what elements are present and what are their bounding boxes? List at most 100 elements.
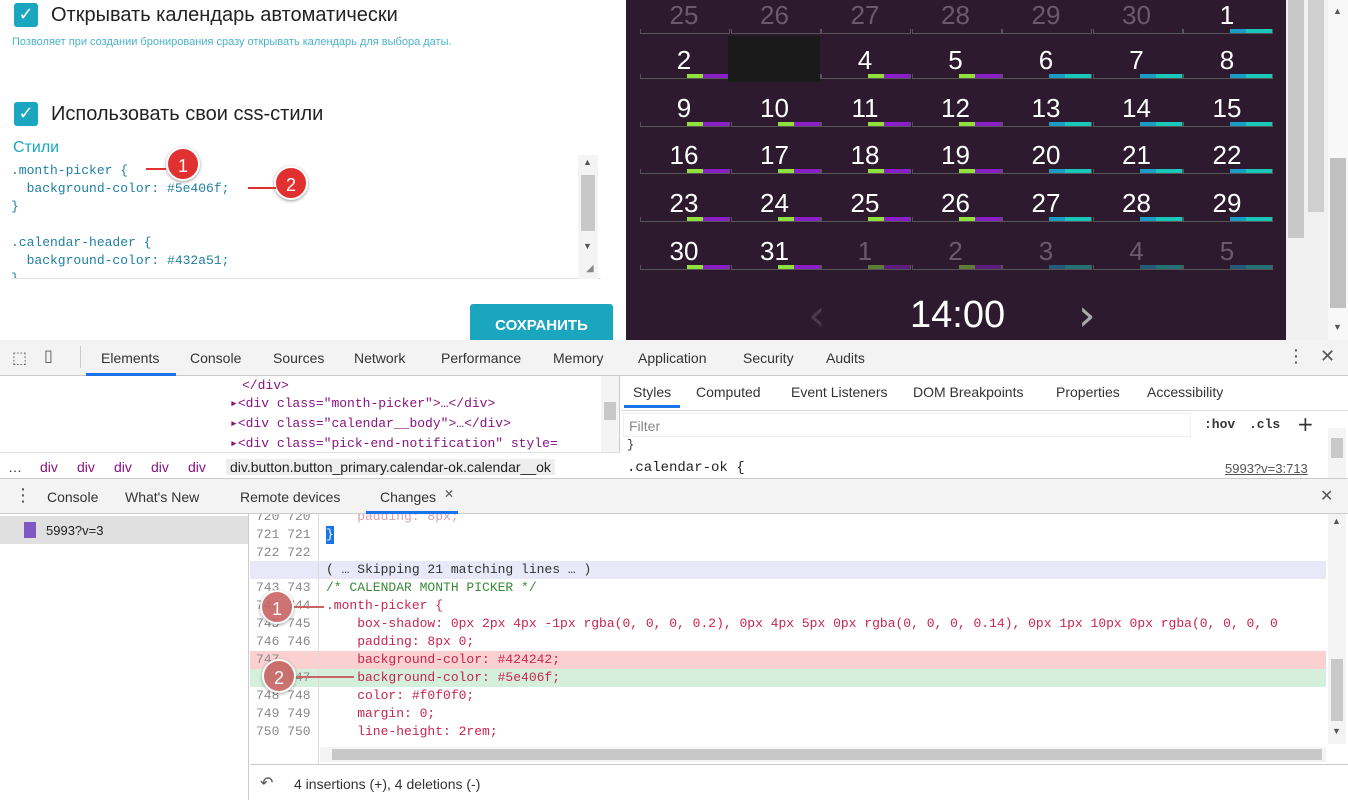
calendar-day[interactable]: 31 (735, 236, 815, 267)
tab-performance[interactable]: Performance (441, 350, 521, 366)
dom-node[interactable]: </div> (242, 376, 289, 396)
calendar-day[interactable]: 2 (644, 45, 724, 76)
calendar-day[interactable]: 30 (644, 236, 724, 267)
scroll-thumb[interactable] (604, 402, 616, 420)
custom-css-checkbox[interactable]: ✓ (14, 102, 38, 126)
calendar-day[interactable]: 22 (1187, 140, 1267, 171)
inner-scroll-thumb[interactable] (1288, 0, 1304, 238)
calendar-day[interactable]: 29 (1006, 0, 1086, 31)
calendar-day[interactable]: 10 (735, 93, 815, 124)
calendar-day[interactable]: 2 (916, 236, 996, 267)
filter-input[interactable]: Filter (623, 413, 1191, 437)
calendar-day[interactable]: 29 (1187, 188, 1267, 219)
page-scrollbar[interactable]: ▲ ▼ (1328, 0, 1348, 340)
add-rule-icon[interactable]: + (1297, 412, 1314, 436)
calendar-day[interactable]: 20 (1006, 140, 1086, 171)
styles-tab-event-listeners[interactable]: Event Listeners (791, 384, 888, 400)
elements-scrollbar[interactable] (601, 376, 619, 452)
scroll-thumb[interactable] (1331, 438, 1343, 458)
close-drawer-icon[interactable]: ✕ (1320, 486, 1333, 505)
calendar-day[interactable]: 26 (916, 188, 996, 219)
cls-toggle[interactable]: .cls (1249, 417, 1280, 432)
breadcrumb-item[interactable]: div (114, 459, 132, 475)
calendar-day[interactable]: 14 (1097, 93, 1177, 124)
styles-scrollbar[interactable] (1328, 428, 1346, 478)
rule-source-link[interactable]: 5993?v=3:713 (1225, 461, 1308, 476)
drawer-tab-remote-devices[interactable]: Remote devices (240, 489, 340, 505)
scroll-up-icon[interactable]: ▲ (1333, 6, 1342, 16)
next-time-icon[interactable]: › (1078, 290, 1096, 341)
styles-tab-styles[interactable]: Styles (633, 384, 671, 400)
css-textarea-scrollbar[interactable]: ▲ ▼ ◢ (578, 155, 598, 279)
calendar-day[interactable]: 11 (825, 93, 905, 124)
breadcrumb-item[interactable]: div.button.button_primary.calendar-ok.ca… (226, 459, 555, 475)
tab-console[interactable]: Console (190, 350, 241, 366)
css-textarea[interactable]: .month-picker { background-color: #5e406… (11, 155, 601, 279)
revert-icon[interactable]: ↶ (260, 773, 273, 792)
breadcrumb-item[interactable]: div (151, 459, 169, 475)
calendar-day[interactable]: 4 (1097, 236, 1177, 267)
tab-security[interactable]: Security (743, 350, 794, 366)
calendar-day[interactable]: 30 (1097, 0, 1177, 31)
device-toolbar-icon[interactable]: ▯ (44, 346, 53, 365)
prev-time-icon[interactable]: ‹ (808, 290, 826, 341)
calendar-day[interactable]: 26 (735, 0, 815, 31)
scroll-up-icon[interactable]: ▲ (1332, 516, 1341, 526)
scroll-up-icon[interactable]: ▲ (583, 157, 592, 167)
tab-elements[interactable]: Elements (101, 350, 159, 366)
tab-network[interactable]: Network (354, 350, 405, 366)
dom-node[interactable]: ▸<div class="month-picker">…</div> (230, 394, 495, 414)
file-item[interactable]: 5993?v=3 (0, 516, 248, 544)
tab-audits[interactable]: Audits (826, 350, 865, 366)
page-scroll-thumb[interactable] (1330, 158, 1346, 308)
dom-node[interactable]: ▸<div class="pick-end-notification" styl… (230, 434, 558, 454)
calendar-day[interactable]: 12 (916, 93, 996, 124)
styles-tab-accessibility[interactable]: Accessibility (1147, 384, 1223, 400)
calendar-day[interactable]: 21 (1097, 140, 1177, 171)
styles-tab-computed[interactable]: Computed (696, 384, 761, 400)
inspect-element-icon[interactable]: ⬚ (12, 348, 27, 367)
calendar-day[interactable]: 18 (825, 140, 905, 171)
calendar-day[interactable]: 25 (825, 188, 905, 219)
calendar-day[interactable]: 15 (1187, 93, 1267, 124)
calendar-day[interactable]: 13 (1006, 93, 1086, 124)
calendar-day[interactable]: 25 (644, 0, 724, 31)
tab-application[interactable]: Application (638, 350, 707, 366)
breadcrumb-item[interactable]: div (77, 459, 95, 475)
calendar-day[interactable]: 19 (916, 140, 996, 171)
breadcrumb-item[interactable]: div (188, 459, 206, 475)
calendar-day[interactable]: 27 (1006, 188, 1086, 219)
calendar-day[interactable]: 16 (644, 140, 724, 171)
calendar-day[interactable]: 27 (825, 0, 905, 31)
calendar-day[interactable]: 6 (1006, 45, 1086, 76)
drawer-tab-what-s-new[interactable]: What's New (125, 489, 199, 505)
auto-calendar-checkbox[interactable]: ✓ (14, 3, 38, 27)
drawer-menu-icon[interactable]: ⋮ (14, 485, 32, 506)
diff-scrollbar[interactable]: ▲ ▼ (1328, 514, 1346, 744)
calendar-day[interactable]: 28 (916, 0, 996, 31)
calendar-day[interactable]: 7 (1097, 45, 1177, 76)
more-menu-icon[interactable]: ⋮ (1287, 346, 1305, 367)
calendar-day[interactable]: 28 (1097, 188, 1177, 219)
calendar-day[interactable]: 5 (916, 45, 996, 76)
resize-handle-icon[interactable]: ◢ (586, 263, 594, 274)
breadcrumb-item[interactable]: … (8, 459, 22, 475)
rule-selector[interactable]: .calendar-ok { (627, 460, 745, 476)
calendar-day[interactable]: 17 (735, 140, 815, 171)
inner-scroll-thumb[interactable] (1308, 0, 1324, 212)
hov-toggle[interactable]: :hov (1204, 417, 1235, 432)
scroll-thumb[interactable] (1331, 659, 1343, 721)
calendar-day[interactable]: 5 (1187, 236, 1267, 267)
calendar-day[interactable]: 24 (735, 188, 815, 219)
dom-node[interactable]: ▸<div class="calendar__body">…</div> (230, 414, 511, 434)
calendar-day[interactable]: 8 (1187, 45, 1267, 76)
diff-hscrollbar[interactable] (320, 747, 1326, 762)
calendar-day[interactable]: 9 (644, 93, 724, 124)
scroll-down-icon[interactable]: ▼ (1332, 726, 1341, 736)
scroll-thumb[interactable] (581, 175, 595, 231)
styles-tab-dom-breakpoints[interactable]: DOM Breakpoints (913, 384, 1023, 400)
hscroll-thumb[interactable] (332, 749, 1322, 760)
tab-sources[interactable]: Sources (273, 350, 324, 366)
calendar-day[interactable]: 23 (644, 188, 724, 219)
drawer-tab-console[interactable]: Console (47, 489, 98, 505)
